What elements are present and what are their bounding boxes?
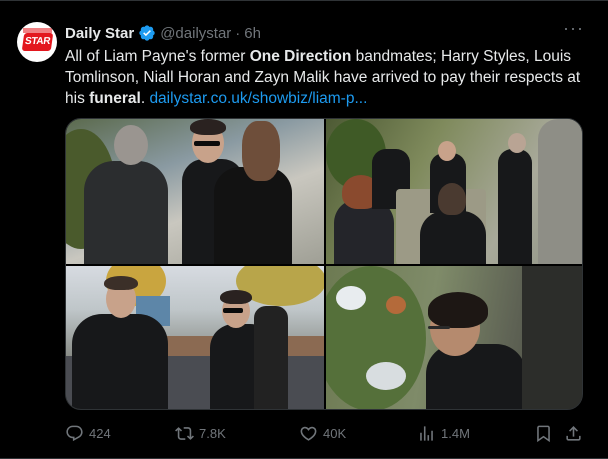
tweet-text-bold: funeral bbox=[89, 90, 141, 107]
avatar[interactable]: STAR bbox=[17, 22, 57, 62]
hair bbox=[438, 183, 466, 215]
photo-1[interactable] bbox=[66, 119, 324, 264]
glasses bbox=[428, 326, 450, 329]
timestamp[interactable]: 6h bbox=[244, 25, 261, 42]
like-count: 40K bbox=[323, 425, 347, 441]
views-count: 1.4M bbox=[441, 425, 470, 441]
tweet-text-part: All of Liam Payne's former bbox=[65, 48, 250, 65]
author-handle[interactable]: @dailystar bbox=[160, 25, 231, 42]
person bbox=[426, 344, 526, 409]
reply-icon bbox=[66, 425, 83, 441]
reply-button[interactable]: 424 bbox=[65, 421, 111, 445]
bookmark-button[interactable] bbox=[534, 421, 553, 445]
tweet-text: All of Liam Payne's former One Direction… bbox=[65, 46, 585, 109]
repost-button[interactable]: 7.8K bbox=[175, 421, 226, 445]
hair bbox=[190, 119, 226, 135]
verified-badge-icon bbox=[139, 25, 155, 41]
orange-flowers bbox=[386, 296, 406, 314]
sunglasses bbox=[194, 141, 220, 146]
tweet-card[interactable]: STAR Daily Star @dailystar · 6h ··· All … bbox=[0, 0, 608, 459]
tweet-text-bold: One Direction bbox=[249, 48, 352, 65]
hair bbox=[242, 121, 280, 181]
author-name[interactable]: Daily Star bbox=[65, 25, 134, 42]
reply-count: 424 bbox=[89, 425, 111, 441]
tree-trunk bbox=[538, 119, 582, 264]
heart-icon bbox=[300, 426, 317, 441]
daily-star-logo: STAR bbox=[21, 33, 54, 51]
photo-3[interactable] bbox=[66, 266, 324, 409]
share-button[interactable] bbox=[564, 421, 583, 445]
photo-4[interactable] bbox=[326, 266, 582, 409]
media-grid bbox=[65, 118, 583, 410]
like-button[interactable]: 40K bbox=[299, 421, 346, 445]
white-flowers bbox=[366, 362, 406, 390]
person-head bbox=[114, 125, 148, 165]
article-link[interactable]: dailystar.co.uk/showbiz/liam-p... bbox=[149, 90, 367, 107]
person-back bbox=[84, 161, 168, 264]
person bbox=[254, 306, 288, 409]
action-bar: 424 7.8K 40K 1.4M bbox=[65, 421, 585, 445]
repost-count: 7.8K bbox=[199, 425, 226, 441]
views-button[interactable]: 1.4M bbox=[417, 421, 470, 445]
more-options-icon[interactable]: ··· bbox=[563, 19, 583, 41]
separator-dot: · bbox=[235, 24, 241, 42]
hair bbox=[428, 292, 488, 328]
person bbox=[498, 149, 532, 264]
repost-icon bbox=[175, 426, 194, 440]
tweet-header: Daily Star @dailystar · 6h bbox=[65, 23, 261, 43]
bookmark-icon bbox=[537, 425, 550, 442]
hair bbox=[104, 276, 138, 290]
person bbox=[214, 167, 292, 264]
person bbox=[420, 211, 486, 264]
logo-text: STAR bbox=[24, 36, 51, 47]
white-flowers bbox=[336, 286, 366, 310]
person bbox=[72, 314, 168, 409]
photo-2[interactable] bbox=[326, 119, 582, 264]
person-head bbox=[508, 133, 526, 153]
tree-trunk bbox=[522, 266, 582, 409]
analytics-icon bbox=[420, 425, 433, 441]
share-icon bbox=[566, 425, 581, 441]
sunglasses bbox=[223, 308, 243, 313]
hair bbox=[220, 290, 252, 304]
person-head bbox=[438, 141, 456, 161]
